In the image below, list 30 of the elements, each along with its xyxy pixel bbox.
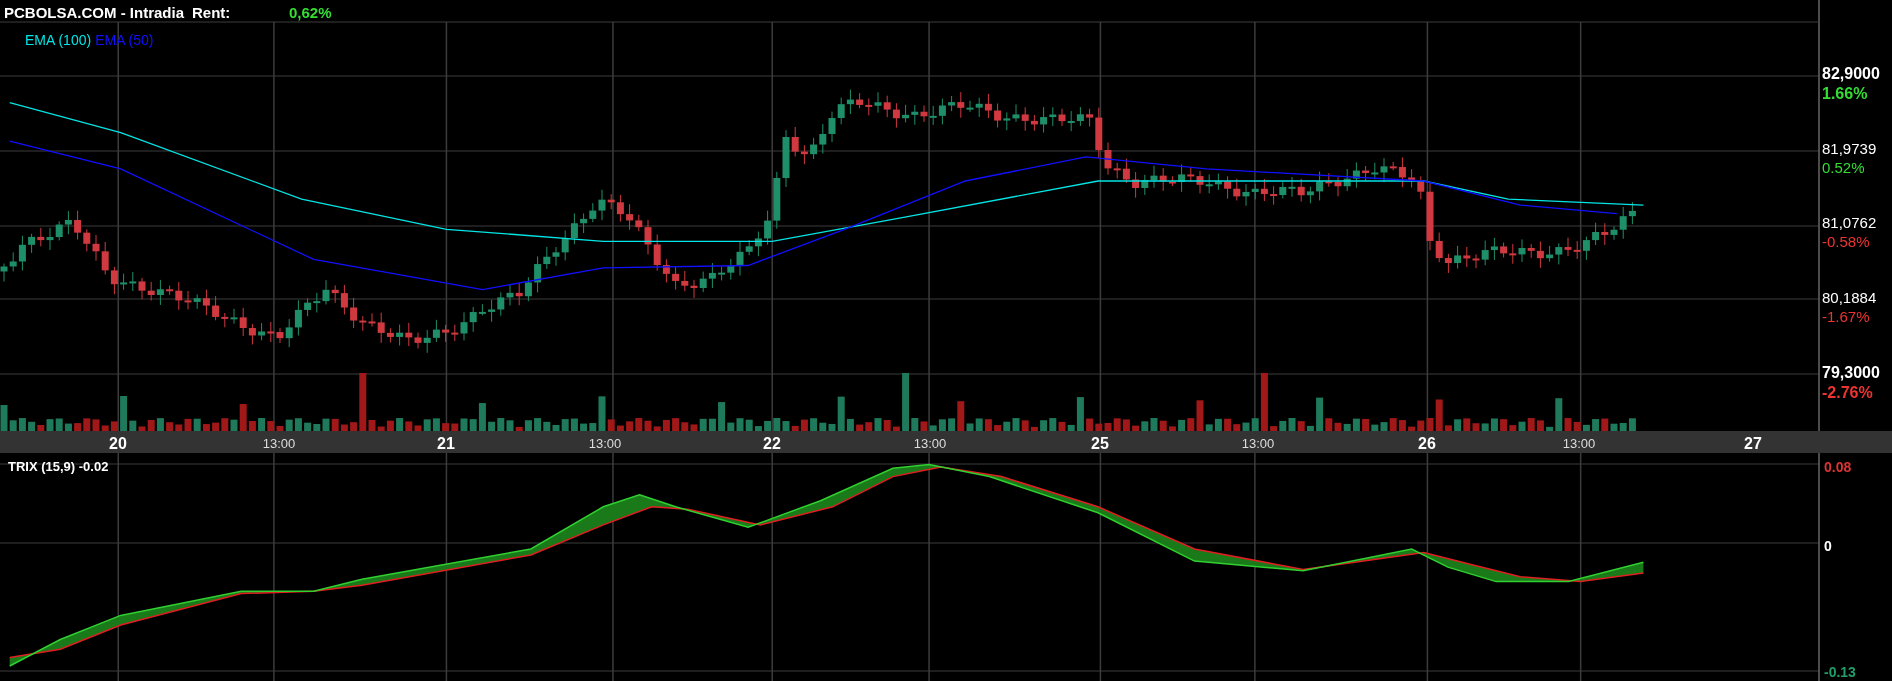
trix-axis-label: -0.13 — [1824, 663, 1856, 681]
time-label: 20 — [109, 434, 127, 454]
time-label: 13:00 — [588, 435, 622, 453]
price-label: 82,9000 — [1822, 64, 1880, 84]
trix-axis-label: 0.08 — [1824, 458, 1852, 477]
time-label: 22 — [763, 434, 781, 454]
time-label: 21 — [437, 434, 455, 454]
price-label: 79,3000 — [1822, 363, 1880, 383]
rent-label: Rent: — [192, 3, 231, 23]
time-label: 27 — [1744, 434, 1762, 454]
chart-title: PCBOLSA.COM - Intradia — [4, 3, 184, 23]
time-label: 26 — [1418, 434, 1436, 454]
percent-change-label: -1.67% — [1822, 307, 1870, 327]
time-label: 13:00 — [1241, 435, 1275, 453]
percent-change-label: 1.66% — [1822, 84, 1868, 104]
percent-change-label: 0.52% — [1822, 158, 1865, 178]
time-label: 13:00 — [1562, 435, 1596, 453]
legend-label: EMA (50) — [95, 31, 154, 50]
price-label: 81,9739 — [1822, 139, 1877, 159]
time-label: 13:00 — [913, 435, 947, 453]
trix-label: TRIX (15,9) -0.02 — [8, 458, 109, 476]
price-label: 81,0762 — [1822, 213, 1877, 233]
trix-axis-label: 0 — [1824, 537, 1832, 556]
time-label: 13:00 — [262, 435, 296, 453]
rent-value: 0,62% — [289, 3, 332, 23]
percent-change-label: -0.58% — [1822, 232, 1870, 252]
legend-label: EMA (100) — [25, 31, 92, 50]
time-label: 25 — [1091, 434, 1109, 454]
price-label: 80,1884 — [1822, 288, 1877, 308]
percent-change-label: -2.76% — [1822, 383, 1873, 403]
